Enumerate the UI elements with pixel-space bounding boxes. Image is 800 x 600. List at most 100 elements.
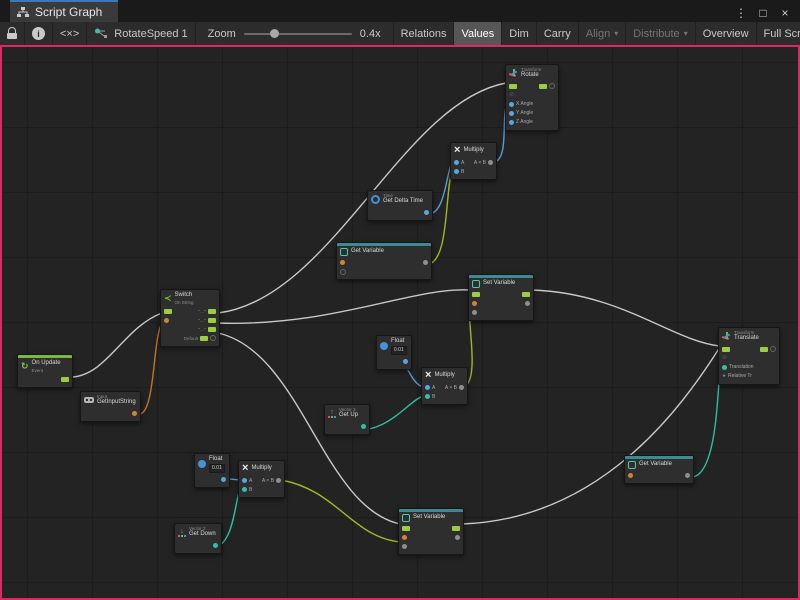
relations-toggle[interactable]: Relations	[394, 22, 455, 45]
product-out-port[interactable]	[276, 478, 281, 483]
case-out-port[interactable]	[208, 318, 216, 323]
node-translate[interactable]: Transform Translate ⊘ Translation ★Relat…	[718, 327, 780, 385]
unconnected-port[interactable]	[549, 83, 555, 89]
tab-script-graph[interactable]: Script Graph	[10, 0, 118, 22]
value-in-port[interactable]	[472, 310, 477, 315]
product-out-port[interactable]	[459, 385, 464, 390]
lock-button[interactable]	[0, 22, 25, 45]
control-in-port[interactable]	[722, 347, 730, 352]
code-view-button[interactable]: <×>	[53, 22, 87, 45]
z-angle-port[interactable]	[509, 120, 514, 125]
node-multiply-2[interactable]: × Multiply AA × B B	[421, 367, 468, 405]
case-out-port[interactable]	[208, 309, 216, 314]
vector-out-port[interactable]	[361, 424, 366, 429]
node-title: Float	[209, 456, 225, 464]
b-in-port[interactable]	[425, 394, 430, 399]
value-out-port[interactable]	[685, 473, 690, 478]
node-vector3-get-up[interactable]: ↑ Vector 3 Get Up	[324, 404, 370, 435]
edge-setvar1-translate[interactable]	[532, 290, 720, 346]
node-get-input-string[interactable]: Input GetInputString	[80, 391, 141, 422]
float-out-port[interactable]	[221, 477, 226, 482]
control-out-port[interactable]	[522, 292, 530, 297]
control-in-port[interactable]	[164, 309, 172, 314]
node-get-delta-time[interactable]: Time Get Delta Time	[367, 190, 433, 221]
window-menu-icon[interactable]: ⋮	[732, 4, 750, 22]
node-get-variable-1[interactable]: Get Variable	[336, 242, 432, 280]
lock-icon	[7, 27, 17, 40]
translation-port[interactable]	[722, 365, 727, 370]
graph-toolbar: i <×> RotateSpeed 1 Zoom 0.4x Relations …	[0, 22, 800, 45]
close-icon[interactable]: ×	[776, 4, 794, 22]
node-switch-on-string[interactable]: ≺ Switch On String "…" "…"	[160, 289, 220, 347]
unconnected-port[interactable]	[340, 269, 346, 275]
value-out-port[interactable]	[455, 535, 460, 540]
maximize-icon[interactable]: □	[754, 4, 772, 22]
case-out-port[interactable]	[208, 327, 216, 332]
node-rotate[interactable]: Transform Rotate ⊘ X Angle Y Angle Z Ang…	[505, 64, 559, 131]
edge-getvar2-translate[interactable]	[692, 363, 720, 477]
x-angle-port[interactable]	[509, 102, 514, 107]
unconnected-port[interactable]	[770, 346, 776, 352]
switch-icon: ≺	[164, 294, 172, 303]
fullscreen-button[interactable]: Full Screen	[757, 22, 800, 45]
name-in-port[interactable]	[628, 473, 633, 478]
control-in-port[interactable]	[402, 526, 410, 531]
align-dropdown[interactable]: Align ▾	[579, 22, 626, 45]
values-toggle[interactable]: Values	[454, 22, 502, 45]
case-label: "…"	[198, 327, 206, 332]
info-button[interactable]: i	[25, 22, 53, 45]
value-in-port[interactable]	[402, 544, 407, 549]
float-value-field[interactable]: 0.01	[209, 464, 225, 473]
value-out-port[interactable]	[525, 301, 530, 306]
node-multiply-3[interactable]: × Multiply AA × B B	[238, 460, 285, 498]
a-in-port[interactable]	[242, 478, 247, 483]
name-in-port[interactable]	[402, 535, 407, 540]
carry-toggle[interactable]: Carry	[537, 22, 579, 45]
dim-toggle[interactable]: Dim	[502, 22, 537, 45]
zoom-slider-knob[interactable]	[270, 29, 279, 38]
node-get-variable-2[interactable]: Get Variable	[624, 455, 694, 484]
edge-onupdate-switch[interactable]	[72, 313, 162, 377]
a-in-port[interactable]	[454, 160, 459, 165]
node-float-1[interactable]: Float 0.01	[376, 335, 412, 370]
target-port[interactable]: ⊘	[722, 355, 727, 361]
distribute-dropdown[interactable]: Distribute ▾	[626, 22, 695, 45]
control-out-port[interactable]	[760, 347, 768, 352]
target-port[interactable]: ⊘	[509, 92, 514, 98]
edge-multiply3-setvar2[interactable]	[281, 480, 400, 542]
float-value-field[interactable]: 0.01	[391, 346, 407, 355]
node-on-update[interactable]: ↻ On Update Event	[17, 354, 73, 388]
selector-in-port[interactable]	[164, 318, 169, 323]
graph-breadcrumb[interactable]: RotateSpeed 1	[87, 22, 195, 45]
control-out-port[interactable]	[61, 377, 69, 382]
chevron-down-icon: ▾	[614, 29, 618, 38]
node-multiply-1[interactable]: × Multiply AA × B B	[450, 142, 497, 180]
default-out-port[interactable]	[200, 336, 208, 341]
product-out-port[interactable]	[488, 160, 493, 165]
control-out-port[interactable]	[452, 526, 460, 531]
a-in-port[interactable]	[425, 385, 430, 390]
edge-switch-setvar1[interactable]	[218, 290, 470, 323]
name-in-port[interactable]	[340, 260, 345, 265]
node-set-variable-2[interactable]: Set Variable	[398, 508, 464, 555]
string-out-port[interactable]	[132, 411, 137, 416]
value-out-port[interactable]	[423, 260, 428, 265]
b-in-port[interactable]	[242, 487, 247, 492]
node-set-variable-1[interactable]: Set Variable	[468, 274, 534, 321]
control-out-port[interactable]	[539, 84, 547, 89]
y-angle-port[interactable]	[509, 111, 514, 116]
graph-canvas[interactable]: ↻ On Update Event Input GetInputString	[0, 45, 800, 600]
vector-out-port[interactable]	[213, 543, 218, 548]
unconnected-port[interactable]	[210, 335, 216, 341]
float-out-port[interactable]	[403, 359, 408, 364]
control-in-port[interactable]	[472, 292, 480, 297]
overview-button[interactable]: Overview	[696, 22, 757, 45]
name-in-port[interactable]	[472, 301, 477, 306]
b-in-port[interactable]	[454, 169, 459, 174]
control-in-port[interactable]	[509, 84, 517, 89]
edge-setvar2-translate[interactable]	[462, 347, 720, 524]
node-float-2[interactable]: Float 0.01	[194, 453, 230, 488]
float-out-port[interactable]	[424, 210, 429, 215]
zoom-slider[interactable]	[244, 33, 352, 35]
node-vector3-get-down[interactable]: ↓ Vector 3 Get Down	[174, 523, 222, 554]
